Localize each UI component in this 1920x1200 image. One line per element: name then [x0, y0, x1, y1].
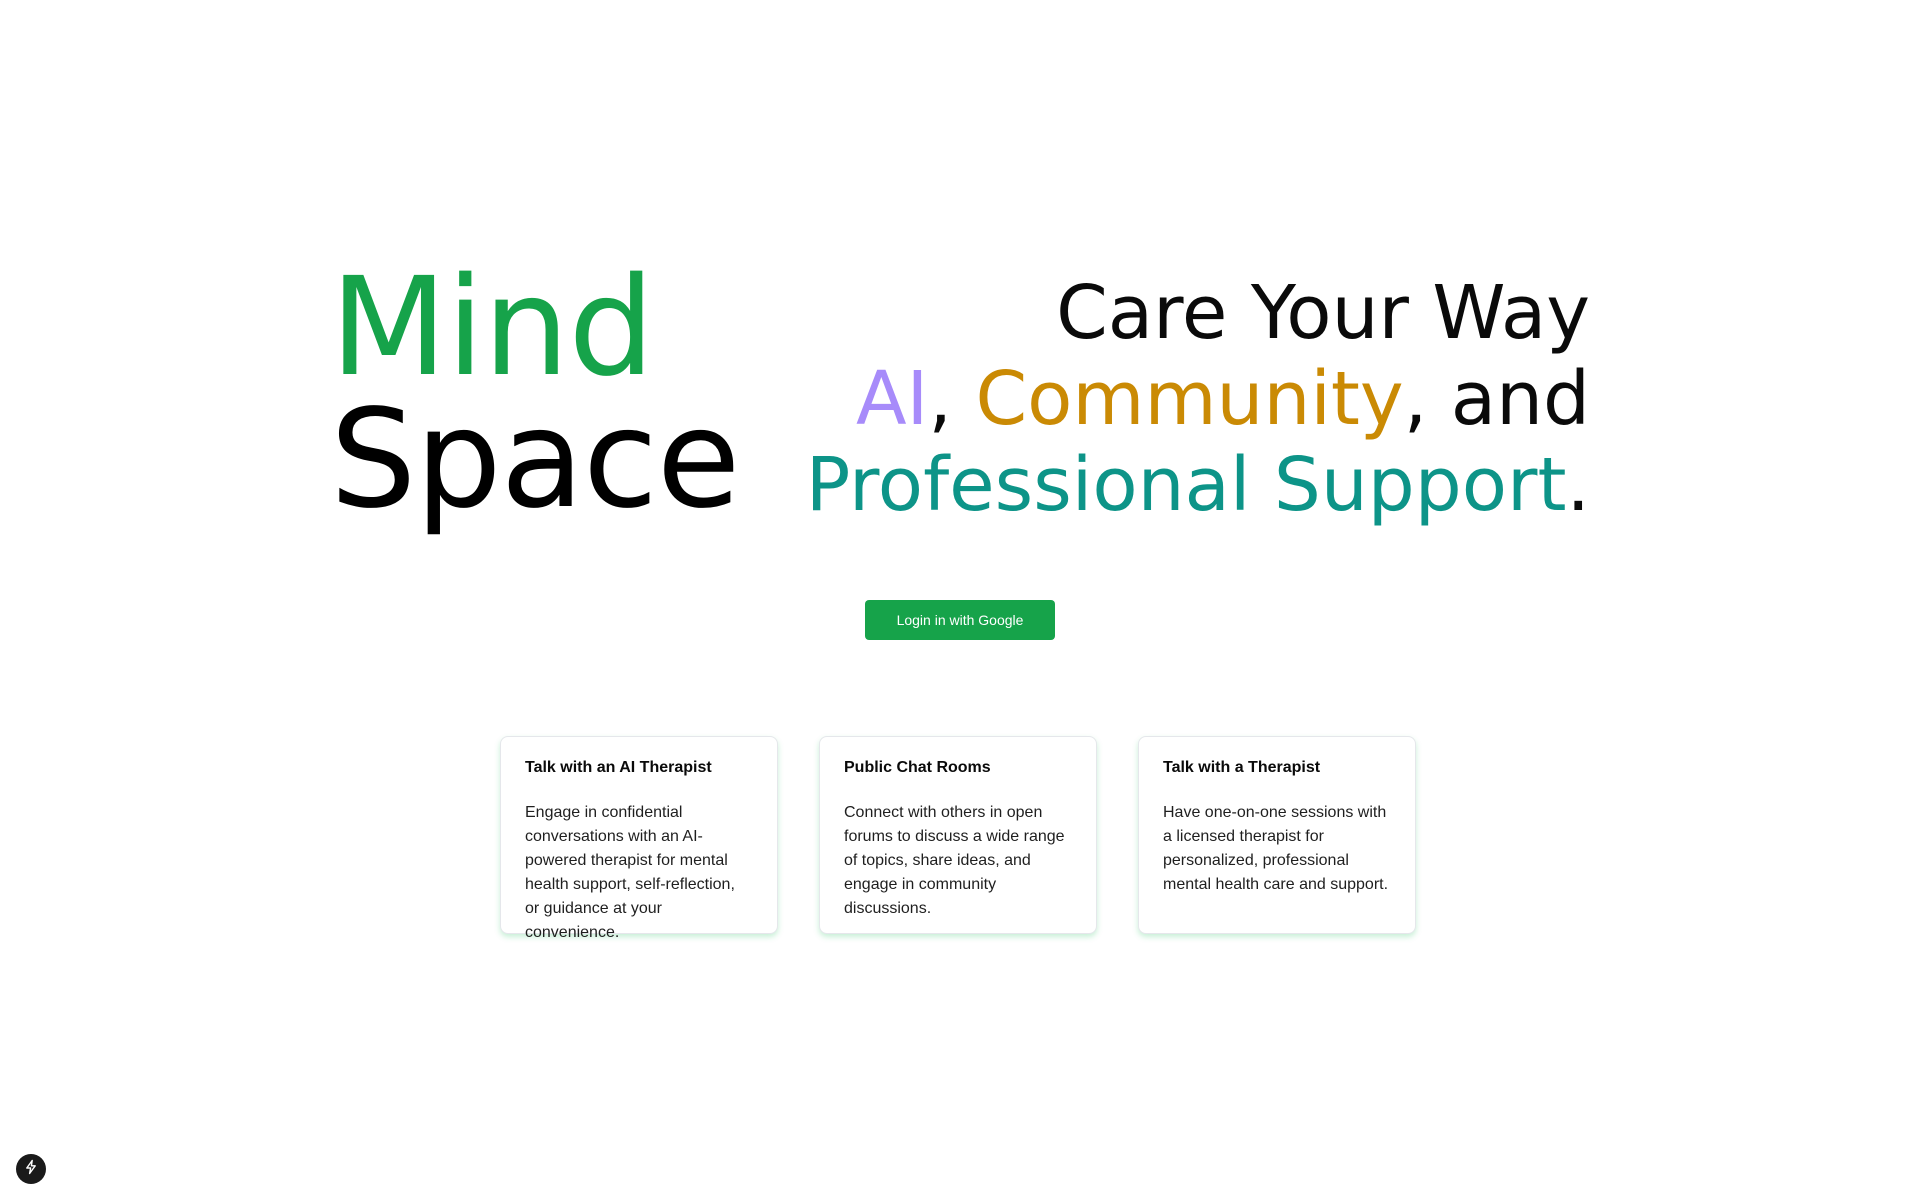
lightning-bolt-icon — [23, 1159, 39, 1180]
tagline-line-3: Professional Support. — [806, 442, 1590, 528]
feature-card-ai-therapist[interactable]: Talk with an AI Therapist Engage in conf… — [500, 736, 778, 941]
feature-card-public-chat-rooms[interactable]: Public Chat Rooms Connect with others in… — [819, 736, 1097, 934]
brand-word-mind: Mind — [330, 249, 655, 407]
dev-tools-badge[interactable] — [16, 1154, 46, 1184]
tagline-ai: AI — [855, 356, 929, 442]
tagline-separator-2: , and — [1403, 356, 1590, 442]
landing-page: Mind Space Care Your Way AI, Community, … — [0, 0, 1920, 1200]
feature-card-title: Public Chat Rooms — [844, 759, 991, 776]
feature-card-therapist[interactable]: Talk with a Therapist Have one-on-one se… — [1138, 736, 1416, 934]
tagline-period: . — [1566, 442, 1590, 528]
feature-card-description: Have one-on-one sessions with a licensed… — [1163, 804, 1389, 893]
tagline: Care Your Way AI, Community, and Profess… — [806, 270, 1590, 528]
feature-card-title: Talk with a Therapist — [1163, 759, 1321, 776]
feature-cards: Talk with an AI Therapist Engage in conf… — [500, 736, 1416, 941]
google-login-button[interactable]: Login in with Google — [865, 600, 1055, 640]
tagline-professional-support: Professional Support — [805, 442, 1567, 528]
tagline-separator-1: , — [928, 356, 976, 442]
brand-word-space: Space — [330, 381, 740, 539]
feature-card-description: Connect with others in open forums to di… — [844, 804, 1065, 917]
brand-logo: Mind Space — [330, 249, 740, 539]
tagline-community: Community — [975, 356, 1404, 442]
tagline-line-1: Care Your Way — [1056, 270, 1590, 356]
feature-card-description: Engage in confidential conversations wit… — [525, 804, 735, 941]
tagline-line-2: AI, Community, and — [806, 356, 1590, 442]
feature-card-title: Talk with an AI Therapist — [525, 759, 712, 776]
